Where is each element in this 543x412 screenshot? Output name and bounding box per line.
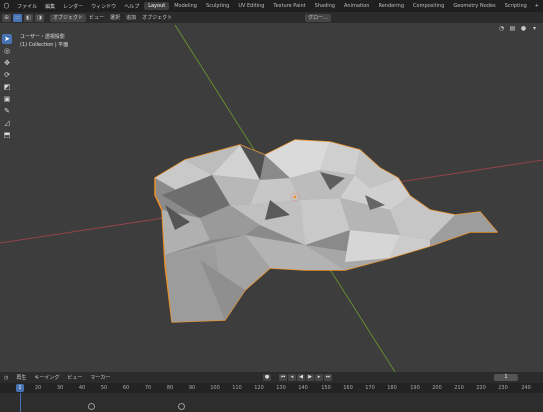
cursor-tool-icon[interactable]: ◎ bbox=[2, 46, 12, 56]
menu-add[interactable]: 追加 bbox=[123, 14, 139, 21]
jump-start-icon[interactable]: ⏮ bbox=[279, 374, 287, 381]
record-icon[interactable]: ● bbox=[263, 374, 271, 381]
ruler-tick: 190 bbox=[410, 385, 420, 391]
ruler-tick: 230 bbox=[498, 385, 508, 391]
rotate-tool-icon[interactable]: ⟳ bbox=[2, 70, 12, 80]
menu-help[interactable]: ヘルプ bbox=[120, 3, 143, 10]
tab-modeling[interactable]: Modeling bbox=[170, 2, 201, 10]
blender-logo-icon[interactable]: ⬡ bbox=[3, 1, 10, 11]
editor-type-icon[interactable]: ⊞ bbox=[2, 13, 11, 22]
add-workspace-button[interactable]: + bbox=[531, 3, 543, 9]
ruler-tick: 240 bbox=[521, 385, 531, 391]
menu-marker[interactable]: マーカー bbox=[86, 374, 114, 381]
menu-playback[interactable]: 再生 bbox=[12, 374, 30, 381]
viewport-info: ユーザー・透視投影 (1) Collection | 平面 bbox=[20, 33, 68, 49]
menu-edit[interactable]: 編集 bbox=[41, 3, 59, 10]
overlay-toggle-icon[interactable]: ◔ bbox=[497, 25, 506, 33]
timeline-editor-icon[interactable]: ◷ bbox=[0, 375, 12, 381]
ruler-tick: 90 bbox=[188, 385, 196, 391]
shading-options-icon[interactable]: ▾ bbox=[530, 25, 539, 33]
transform-tool-icon[interactable]: ▣ bbox=[2, 94, 12, 104]
ruler-tick: 20 bbox=[34, 385, 42, 391]
tab-scripting[interactable]: Scripting bbox=[501, 2, 531, 10]
tab-layout[interactable]: Layout bbox=[144, 2, 170, 10]
tab-sculpting[interactable]: Sculpting bbox=[202, 2, 233, 10]
menu-view[interactable]: ビュー bbox=[86, 14, 107, 21]
move-tool-icon[interactable]: ✥ bbox=[2, 58, 12, 68]
ruler-tick: 120 bbox=[254, 385, 264, 391]
menu-render[interactable]: レンダー bbox=[59, 3, 87, 10]
ruler-tick: 200 bbox=[432, 385, 442, 391]
tab-animation[interactable]: Animation bbox=[340, 2, 374, 10]
prev-key-icon[interactable]: ◂ bbox=[288, 374, 296, 381]
next-key-icon[interactable]: ▸ bbox=[315, 374, 323, 381]
ruler-tick: 70 bbox=[144, 385, 152, 391]
select-mode-icon[interactable]: ◧ bbox=[24, 13, 33, 22]
tab-geometry-nodes[interactable]: Geometry Nodes bbox=[449, 2, 499, 10]
add-cube-tool-icon[interactable]: ⬒ bbox=[2, 130, 12, 140]
annotate-tool-icon[interactable]: ✎ bbox=[2, 106, 12, 116]
tab-uv-editing[interactable]: UV Editing bbox=[234, 2, 268, 10]
ruler-tick: 30 bbox=[56, 385, 64, 391]
play-icon[interactable]: ▶ bbox=[306, 374, 314, 381]
scale-tool-icon[interactable]: ◩ bbox=[2, 82, 12, 92]
menu-timeline-view[interactable]: ビュー bbox=[63, 374, 86, 381]
xray-toggle-icon[interactable]: ▤ bbox=[508, 25, 517, 33]
ruler-tick: 160 bbox=[343, 385, 353, 391]
menu-keying[interactable]: キーイング bbox=[30, 374, 63, 381]
ruler-tick: 170 bbox=[365, 385, 375, 391]
select-tool-icon[interactable]: ➤ bbox=[2, 34, 12, 44]
ruler-tick: 150 bbox=[321, 385, 331, 391]
current-frame-indicator[interactable]: 1 bbox=[16, 384, 24, 392]
frame-ruler[interactable]: 1 20 30 40 50 60 70 80 90 100 110 120 13… bbox=[0, 383, 543, 393]
orientation-dropdown[interactable]: グロー... bbox=[305, 13, 331, 22]
timeline-area[interactable] bbox=[0, 393, 543, 412]
view-name: ユーザー・透視投影 bbox=[20, 34, 65, 40]
ruler-tick: 220 bbox=[476, 385, 486, 391]
keyframe-marker[interactable] bbox=[88, 403, 95, 410]
ruler-tick: 210 bbox=[454, 385, 464, 391]
menu-file[interactable]: ファイル bbox=[13, 3, 41, 10]
current-frame-field[interactable]: 1 bbox=[494, 374, 518, 381]
ruler-tick: 40 bbox=[78, 385, 86, 391]
collection-label: (1) Collection | 平面 bbox=[20, 42, 69, 48]
menu-window[interactable]: ウィンドウ bbox=[87, 3, 120, 10]
ruler-tick: 100 bbox=[210, 385, 220, 391]
ruler-tick: 140 bbox=[298, 385, 308, 391]
tab-rendering[interactable]: Rendering bbox=[374, 2, 408, 10]
timeline-header: ◷ 再生 キーイング ビュー マーカー ● ⏮ ◂ ◀ ▶ ▸ ⏭ 1 bbox=[0, 372, 543, 383]
3d-viewport[interactable]: ユーザー・透視投影 (1) Collection | 平面 ➤ ◎ ✥ ⟳ ◩ … bbox=[0, 23, 543, 372]
viewport-header: ⊞ ▭ ◧ ◨ オブジェクト ビュー 選択 追加 オブジェクト グロー... bbox=[0, 12, 543, 23]
mode-dropdown[interactable]: オブジェクト bbox=[50, 13, 87, 22]
select-box-icon[interactable]: ▭ bbox=[13, 13, 22, 22]
playhead[interactable] bbox=[20, 393, 21, 412]
menu-object[interactable]: オブジェクト bbox=[139, 14, 175, 21]
menu-select[interactable]: 選択 bbox=[107, 14, 123, 21]
top-bar: ⬡ ファイル 編集 レンダー ウィンドウ ヘルプ Layout Modeling… bbox=[0, 0, 543, 12]
ruler-tick: 180 bbox=[387, 385, 397, 391]
tab-compositing[interactable]: Compositing bbox=[409, 2, 448, 10]
viewport-canvas bbox=[0, 24, 543, 372]
keyframe-marker[interactable] bbox=[178, 403, 185, 410]
play-reverse-icon[interactable]: ◀ bbox=[297, 374, 305, 381]
shading-solid-icon[interactable]: ● bbox=[519, 25, 528, 33]
tool-shelf: ➤ ◎ ✥ ⟳ ◩ ▣ ✎ ◿ ⬒ bbox=[1, 33, 13, 142]
tab-texture-paint[interactable]: Texture Paint bbox=[269, 2, 309, 10]
tab-shading[interactable]: Shading bbox=[311, 2, 339, 10]
jump-end-icon[interactable]: ⏭ bbox=[324, 374, 332, 381]
ruler-tick: 60 bbox=[122, 385, 130, 391]
measure-tool-icon[interactable]: ◿ bbox=[2, 118, 12, 128]
ruler-tick: 110 bbox=[232, 385, 242, 391]
terrain-mesh[interactable] bbox=[154, 139, 498, 323]
ruler-tick: 80 bbox=[166, 385, 174, 391]
select-mode-icon-2[interactable]: ◨ bbox=[35, 13, 44, 22]
ruler-tick: 130 bbox=[276, 385, 286, 391]
viewport-shading-controls: ◔ ▤ ● ▾ bbox=[497, 25, 539, 33]
ruler-tick: 50 bbox=[100, 385, 108, 391]
